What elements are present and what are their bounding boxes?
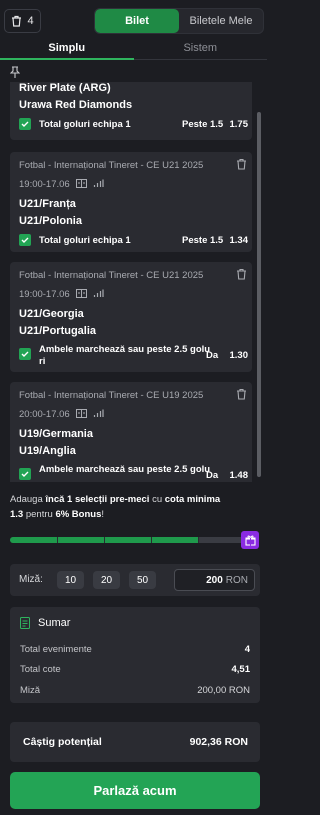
market-name: Total goluri echipa 1 — [39, 119, 131, 130]
check-icon — [21, 471, 29, 477]
delete-selection-icon[interactable] — [236, 268, 247, 280]
bet-list-scrollbar[interactable] — [257, 112, 261, 477]
check-icon — [21, 237, 29, 243]
event-time: 19:00-17.06 — [19, 289, 70, 300]
progress-divider — [57, 537, 58, 543]
odd: 1.48 — [229, 470, 249, 481]
away-team: U19/Anglia — [19, 445, 76, 457]
home-team: U19/Germania — [19, 428, 93, 440]
pick: Da — [206, 470, 219, 481]
stats-bars-icon[interactable] — [93, 179, 104, 188]
odd: 1.34 — [229, 235, 249, 246]
market-name-line-1: Ambele marchează sau peste 2.5 golu — [39, 344, 211, 355]
league-name: Fotbal - Internațional Tineret - CE U21 … — [19, 270, 204, 281]
check-icon — [21, 351, 29, 357]
stake-chip-10[interactable]: 10 — [57, 571, 84, 589]
stake-amount: 200 — [206, 574, 223, 586]
stats-bars-icon[interactable] — [93, 289, 104, 298]
pick: Peste 1.5 — [182, 119, 224, 130]
stats-bars-icon[interactable] — [93, 409, 104, 418]
potential-win-value: 902,36 RON — [189, 736, 248, 748]
market-name: Ambele marchează sau peste 2.5 golu — [39, 464, 211, 475]
bet-card: Fotbal - Internațional Tineret - CE U21 … — [10, 152, 252, 252]
summary-panel: Sumar Total evenimente 4 Total cote 4,51 M… — [10, 607, 260, 703]
bet-card: River Plate (ARG) Urawa Red Diamonds Tot… — [10, 82, 252, 140]
scoreboard-icon[interactable] — [76, 179, 87, 188]
scoreboard-icon[interactable] — [76, 409, 87, 418]
potential-win: Câștig potențial 902,36 RON — [10, 722, 260, 762]
check-icon — [21, 121, 29, 127]
betslip-toggle: Bilet Biletele Mele — [94, 8, 264, 34]
pick: Peste 1.5 — [182, 235, 224, 246]
away-team: U21/Polonia — [19, 215, 82, 227]
pin-icon[interactable] — [10, 66, 20, 78]
delete-selection-icon[interactable] — [236, 158, 247, 170]
progress-divider — [151, 537, 152, 543]
odd: 1.75 — [229, 119, 249, 130]
event-time: 19:00-17.06 — [19, 179, 70, 190]
event-stats — [76, 409, 104, 418]
selection-checkbox[interactable] — [19, 468, 31, 480]
stake-chip-50[interactable]: 50 — [129, 571, 156, 589]
market-name-line-2: ri — [39, 356, 46, 367]
summary-row-stake: Miză 200,00 RON — [20, 685, 250, 696]
selection-checkbox[interactable] — [19, 118, 31, 130]
bet-card: Fotbal - Internațional Tineret - CE U21 … — [10, 262, 252, 372]
league-name: Fotbal - Internațional Tineret - CE U21 … — [19, 160, 204, 171]
summary-title: Sumar — [38, 617, 71, 629]
summary-row-odds: Total cote 4,51 — [20, 664, 250, 675]
pick: Da — [206, 350, 219, 361]
progress-divider — [198, 537, 199, 543]
league-name: Fotbal - Internațional Tineret - CE U19 … — [19, 390, 204, 401]
home-team: U21/Franța — [19, 198, 76, 210]
delete-selection-icon[interactable] — [236, 388, 247, 400]
summary-row-events: Total evenimente 4 — [20, 644, 250, 655]
away-team: Urawa Red Diamonds — [19, 99, 133, 111]
potential-win-label: Câștig potențial — [23, 736, 102, 748]
selection-checkbox[interactable] — [19, 234, 31, 246]
market-name: Total goluri echipa 1 — [39, 235, 131, 246]
stake-panel: Miză: 10 20 50 200 RON — [10, 564, 260, 596]
away-team: U21/Portugalia — [19, 325, 97, 337]
stake-currency: RON — [225, 574, 248, 586]
top-bar: 4 Bilet Biletele Mele — [0, 0, 267, 40]
stake-label: Miză: — [19, 574, 43, 585]
tab-sistem[interactable]: Sistem — [133, 40, 267, 60]
event-stats — [76, 179, 104, 188]
event-stats — [76, 289, 104, 298]
document-icon — [20, 617, 30, 629]
toggle-biletele-mele[interactable]: Biletele Mele — [179, 9, 263, 33]
place-bet-button[interactable]: Parlază acum — [10, 772, 260, 809]
stake-input[interactable]: 200 RON — [174, 569, 255, 591]
odd: 1.30 — [229, 350, 249, 361]
progress-divider — [104, 537, 105, 543]
bonus-progress-bar — [10, 537, 246, 543]
gift-icon[interactable] — [241, 531, 259, 549]
home-team: U21/Georgia — [19, 308, 84, 320]
toggle-bilet[interactable]: Bilet — [95, 9, 179, 33]
home-team: River Plate (ARG) — [19, 82, 111, 94]
selection-checkbox[interactable] — [19, 348, 31, 360]
summary-header: Sumar — [20, 617, 70, 629]
scoreboard-icon[interactable] — [76, 289, 87, 298]
bet-type-tabs: Simplu Sistem — [0, 40, 267, 60]
market-name: Ambele marchează sau peste 2.5 golu ri — [39, 344, 210, 368]
tab-simplu[interactable]: Simplu — [0, 40, 134, 60]
bonus-message: Adauga încă 1 selecții pre-meci cu cota … — [10, 494, 221, 520]
stake-chip-20[interactable]: 20 — [93, 571, 120, 589]
bet-list[interactable]: River Plate (ARG) Urawa Red Diamonds Tot… — [0, 82, 267, 482]
clear-betslip-button[interactable]: 4 — [4, 9, 41, 33]
selection-count: 4 — [27, 15, 34, 27]
bet-card: Fotbal - Internațional Tineret - CE U19 … — [10, 382, 252, 482]
event-time: 20:00-17.06 — [19, 409, 70, 420]
trash-icon — [12, 15, 22, 27]
